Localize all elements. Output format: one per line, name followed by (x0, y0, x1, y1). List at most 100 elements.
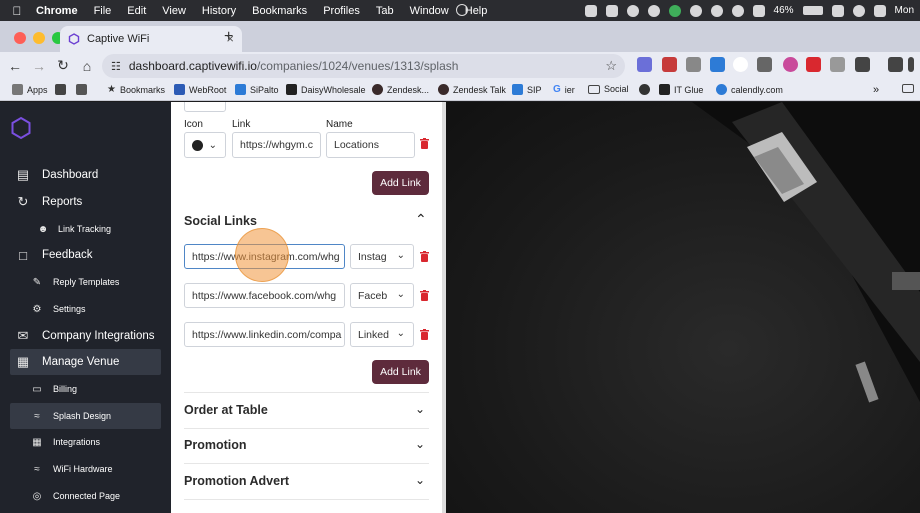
section-promotion[interactable]: Promotion (184, 438, 247, 452)
menu-bookmarks[interactable]: Bookmarks (252, 5, 307, 17)
captive-logo-icon[interactable] (10, 116, 32, 140)
more-menu-icon[interactable] (908, 57, 914, 72)
bookmark-zendesk[interactable]: Zendesk... (372, 84, 429, 95)
delete-link-trash-icon[interactable] (420, 138, 429, 149)
sidebar-item-feedback[interactable]: □ Feedback (10, 242, 161, 268)
sidebar-item-reply-templates[interactable]: ✎ Reply Templates (10, 269, 161, 295)
bookmark-apps[interactable]: Apps (12, 84, 48, 95)
sidebar-item-wifi-hardware[interactable]: ≈ WiFi Hardware (10, 456, 161, 482)
facebook-url-input[interactable]: https://www.facebook.com/whg (184, 283, 345, 308)
menu-history[interactable]: History (202, 5, 236, 17)
bookmark-daisywholesale[interactable]: DaisyWholesale (286, 84, 366, 95)
bookmark-zendesk-talk[interactable]: Zendesk Talk (438, 84, 506, 95)
extension-record-icon[interactable] (806, 57, 821, 72)
dropbox-icon[interactable] (584, 4, 597, 17)
sync-icon[interactable] (647, 4, 660, 17)
sidebar-item-settings[interactable]: ⚙ Settings (10, 296, 161, 322)
delete-linkedin-trash-icon[interactable] (420, 329, 429, 340)
linkedin-network-select[interactable]: Linked ⌄ (350, 322, 414, 347)
reload-icon[interactable]: ↻ (51, 57, 75, 74)
bookmark-itglue[interactable]: IT Glue (659, 84, 703, 95)
sidebar-item-connected-page[interactable]: ◎ Connected Page (10, 483, 161, 509)
facebook-network-select[interactable]: Faceb ⌄ (350, 283, 414, 308)
menu-help[interactable]: Help (465, 5, 488, 17)
close-window-button[interactable] (14, 32, 26, 44)
menu-edit[interactable]: Edit (127, 5, 146, 17)
home-icon[interactable]: ⌂ (75, 58, 99, 74)
menu-profiles[interactable]: Profiles (323, 5, 360, 17)
sidebar-item-billing[interactable]: ▭ Billing (10, 376, 161, 402)
bookmark-bookmarks[interactable]: ★ Bookmarks (107, 84, 165, 95)
bookmark-square[interactable] (55, 84, 70, 95)
tab-captive-wifi[interactable]: Captive WiFi × (60, 26, 242, 52)
sidebar-item-manage-venue[interactable]: ▦ Manage Venue (10, 349, 161, 375)
chevron-down-icon[interactable]: ⌄ (415, 437, 425, 451)
bookmark-webroot[interactable]: WebRoot (174, 84, 226, 95)
new-tab-icon[interactable]: + (224, 28, 233, 46)
previous-icon-select[interactable] (184, 102, 226, 112)
wifi-status-icon[interactable] (831, 4, 844, 17)
sidebar-item-integrations[interactable]: ▦ Integrations (10, 429, 161, 455)
grammarly-icon[interactable] (668, 4, 681, 17)
spotlight-icon[interactable] (852, 4, 865, 17)
sidebar-item-dashboard[interactable]: ▤ Dashboard (10, 162, 161, 188)
delete-instagram-trash-icon[interactable] (420, 251, 429, 262)
chevron-up-icon[interactable]: ⌃ (415, 211, 427, 228)
sidebar-item-reports[interactable]: ↻ Reports (10, 189, 161, 215)
bookmark-social[interactable]: Social (588, 84, 629, 94)
chevron-down-icon[interactable]: ⌄ (415, 402, 425, 416)
extensions-puzzle-icon[interactable] (855, 57, 870, 72)
menu-view[interactable]: View (162, 5, 186, 17)
bookmark-sipalto[interactable]: SiPalto (235, 84, 279, 95)
extension-arrow-icon[interactable] (710, 57, 725, 72)
bookmark-star-icon[interactable]: ☆ (605, 58, 617, 74)
battery-icon[interactable] (802, 6, 823, 15)
section-promotion-advert[interactable]: Promotion Advert (184, 474, 289, 488)
menu-window[interactable]: Window (410, 5, 449, 17)
slack-icon[interactable] (605, 4, 618, 17)
delete-facebook-trash-icon[interactable] (420, 290, 429, 301)
link-name-input[interactable]: Locations (326, 132, 415, 158)
address-bar[interactable]: ☷ dashboard.captivewifi.io/companies/102… (102, 54, 625, 78)
bookmark-ier[interactable]: Gier (553, 84, 575, 95)
extension-calendar-icon[interactable] (662, 57, 677, 72)
menu-file[interactable]: File (94, 5, 112, 17)
sidebar-item-company-integrations[interactable]: ✉ Company Integrations (10, 323, 161, 349)
menu-tab[interactable]: Tab (376, 5, 394, 17)
status-icon[interactable] (626, 4, 639, 17)
extension-pen-icon[interactable] (686, 57, 701, 72)
bookmark-calendly[interactable]: calendly.com (716, 84, 783, 95)
link-url-input[interactable]: https://whgym.c (232, 132, 321, 158)
menu-app-chrome[interactable]: Chrome (36, 5, 78, 17)
extension-circle-icon[interactable] (733, 57, 748, 72)
bookmark-sip[interactable]: SIP (512, 84, 542, 95)
extension-image-icon[interactable] (830, 57, 845, 72)
info-icon[interactable] (710, 4, 723, 17)
mute-icon[interactable] (752, 4, 765, 17)
add-link-button[interactable]: Add Link (372, 171, 429, 195)
apple-icon[interactable]:  (6, 4, 28, 18)
extension-box-icon[interactable] (757, 57, 772, 72)
site-info-icon[interactable]: ☷ (111, 60, 121, 73)
user-icon[interactable] (689, 4, 702, 17)
bookmarks-overflow-icon[interactable]: » (873, 84, 879, 96)
bookmark-grid[interactable] (76, 84, 91, 95)
bookmark-nosign[interactable] (639, 84, 654, 95)
back-icon[interactable]: ← (3, 58, 27, 74)
chevron-down-icon[interactable]: ⌄ (415, 473, 425, 487)
sidebar-item-splash-design[interactable]: ≈ Splash Design (10, 403, 161, 429)
instagram-network-select[interactable]: Instag ⌄ (350, 244, 414, 269)
section-order-at-table[interactable]: Order at Table (184, 403, 268, 417)
bookmark-folder-all[interactable] (902, 84, 918, 93)
add-social-link-button[interactable]: Add Link (372, 360, 429, 384)
download-icon[interactable] (888, 57, 903, 72)
extension-notify-icon[interactable] (783, 57, 798, 72)
record-icon[interactable] (456, 4, 468, 16)
minimize-window-button[interactable] (33, 32, 45, 44)
linkedin-url-input[interactable]: https://www.linkedin.com/compa (184, 322, 345, 347)
extension-gear-icon[interactable] (637, 57, 652, 72)
sidebar-item-link-tracking[interactable]: ☻ Link Tracking (10, 216, 161, 242)
play-icon[interactable] (731, 4, 744, 17)
control-center-icon[interactable] (873, 4, 886, 17)
forward-icon[interactable]: → (27, 58, 51, 74)
